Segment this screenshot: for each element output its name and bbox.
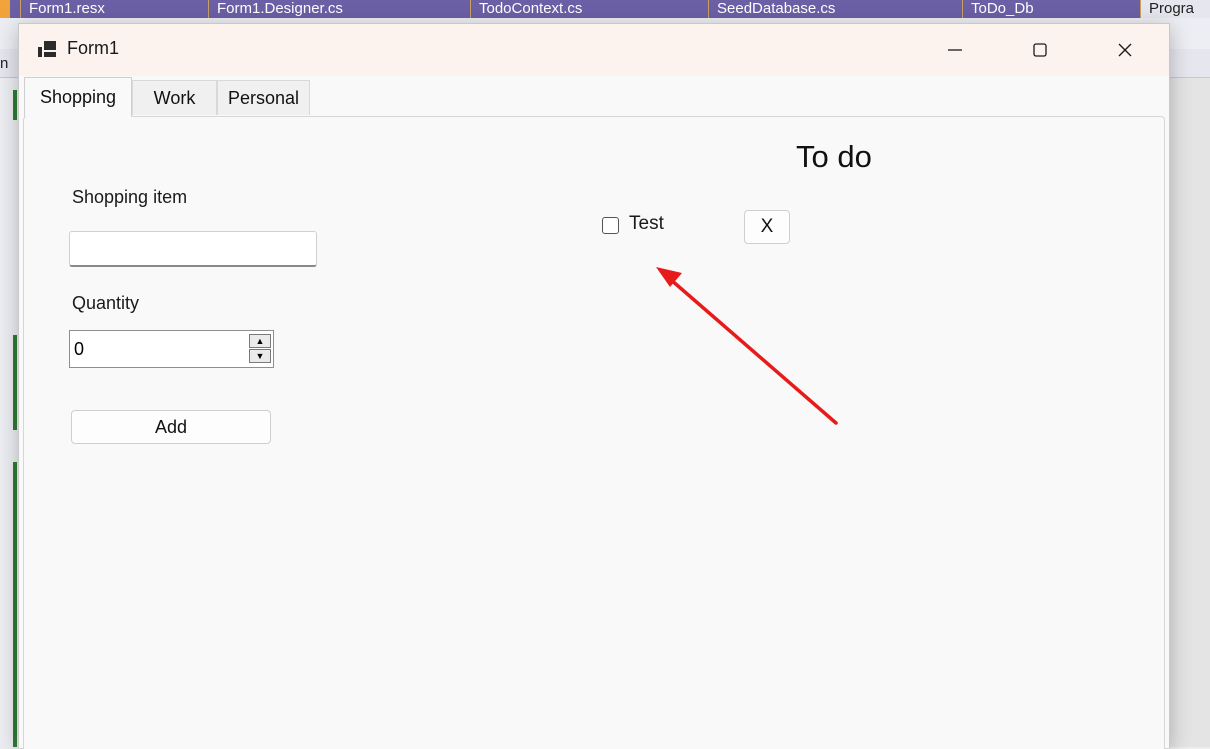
- ide-tab[interactable]: Form1.resx: [20, 0, 217, 18]
- quantity-stepper[interactable]: 0 ▲ ▼: [69, 330, 274, 368]
- close-icon: [1118, 43, 1132, 57]
- ide-document-tabs: Form1.resx Form1.Designer.cs TodoContext…: [0, 0, 1210, 18]
- ide-code-fragment: n: [0, 55, 9, 72]
- ide-tab[interactable]: Progra: [1140, 0, 1210, 18]
- ide-tab[interactable]: Form1.Designer.cs: [208, 0, 479, 18]
- ide-change-marker: [13, 335, 17, 430]
- maximize-button[interactable]: [1012, 24, 1068, 76]
- todo-item-checkbox[interactable]: [602, 217, 619, 234]
- app-icon: [38, 41, 56, 57]
- tab-personal[interactable]: Personal: [217, 80, 310, 115]
- quantity-value[interactable]: 0: [74, 339, 84, 360]
- ide-tab[interactable]: TodoContext.cs: [470, 0, 717, 18]
- todo-item-label[interactable]: Test: [629, 213, 664, 235]
- tab-strip: Shopping Work Personal: [19, 77, 1169, 117]
- close-button[interactable]: [1097, 24, 1153, 76]
- quantity-label: Quantity: [72, 293, 140, 313]
- window-title: Form1: [67, 38, 120, 58]
- ide-change-marker: [13, 462, 17, 747]
- todo-title: To do: [796, 139, 872, 174]
- ide-change-marker: [13, 90, 17, 120]
- shopping-item-input[interactable]: [69, 231, 317, 267]
- minimize-icon: [948, 49, 962, 51]
- title-bar[interactable]: Form1: [19, 24, 1169, 76]
- delete-todo-button[interactable]: X: [744, 210, 790, 244]
- shopping-item-label: Shopping item: [72, 187, 188, 207]
- tab-work[interactable]: Work: [132, 80, 217, 115]
- minimize-button[interactable]: [927, 24, 983, 76]
- tab-shopping[interactable]: Shopping: [24, 77, 132, 117]
- spin-up-button[interactable]: ▲: [249, 334, 271, 348]
- maximize-icon: [1033, 43, 1047, 57]
- ide-tab-indicator: [0, 0, 10, 18]
- ide-side-panel: [1168, 78, 1210, 747]
- form-window: Form1 Shopping Work Personal Shopping it…: [18, 23, 1170, 749]
- ide-tab[interactable]: ToDo_Db: [962, 0, 1149, 18]
- quantity-spin-buttons: ▲ ▼: [249, 334, 271, 364]
- ide-tab[interactable]: SeedDatabase.cs: [708, 0, 971, 18]
- spin-down-button[interactable]: ▼: [249, 349, 271, 363]
- add-button[interactable]: Add: [71, 410, 271, 444]
